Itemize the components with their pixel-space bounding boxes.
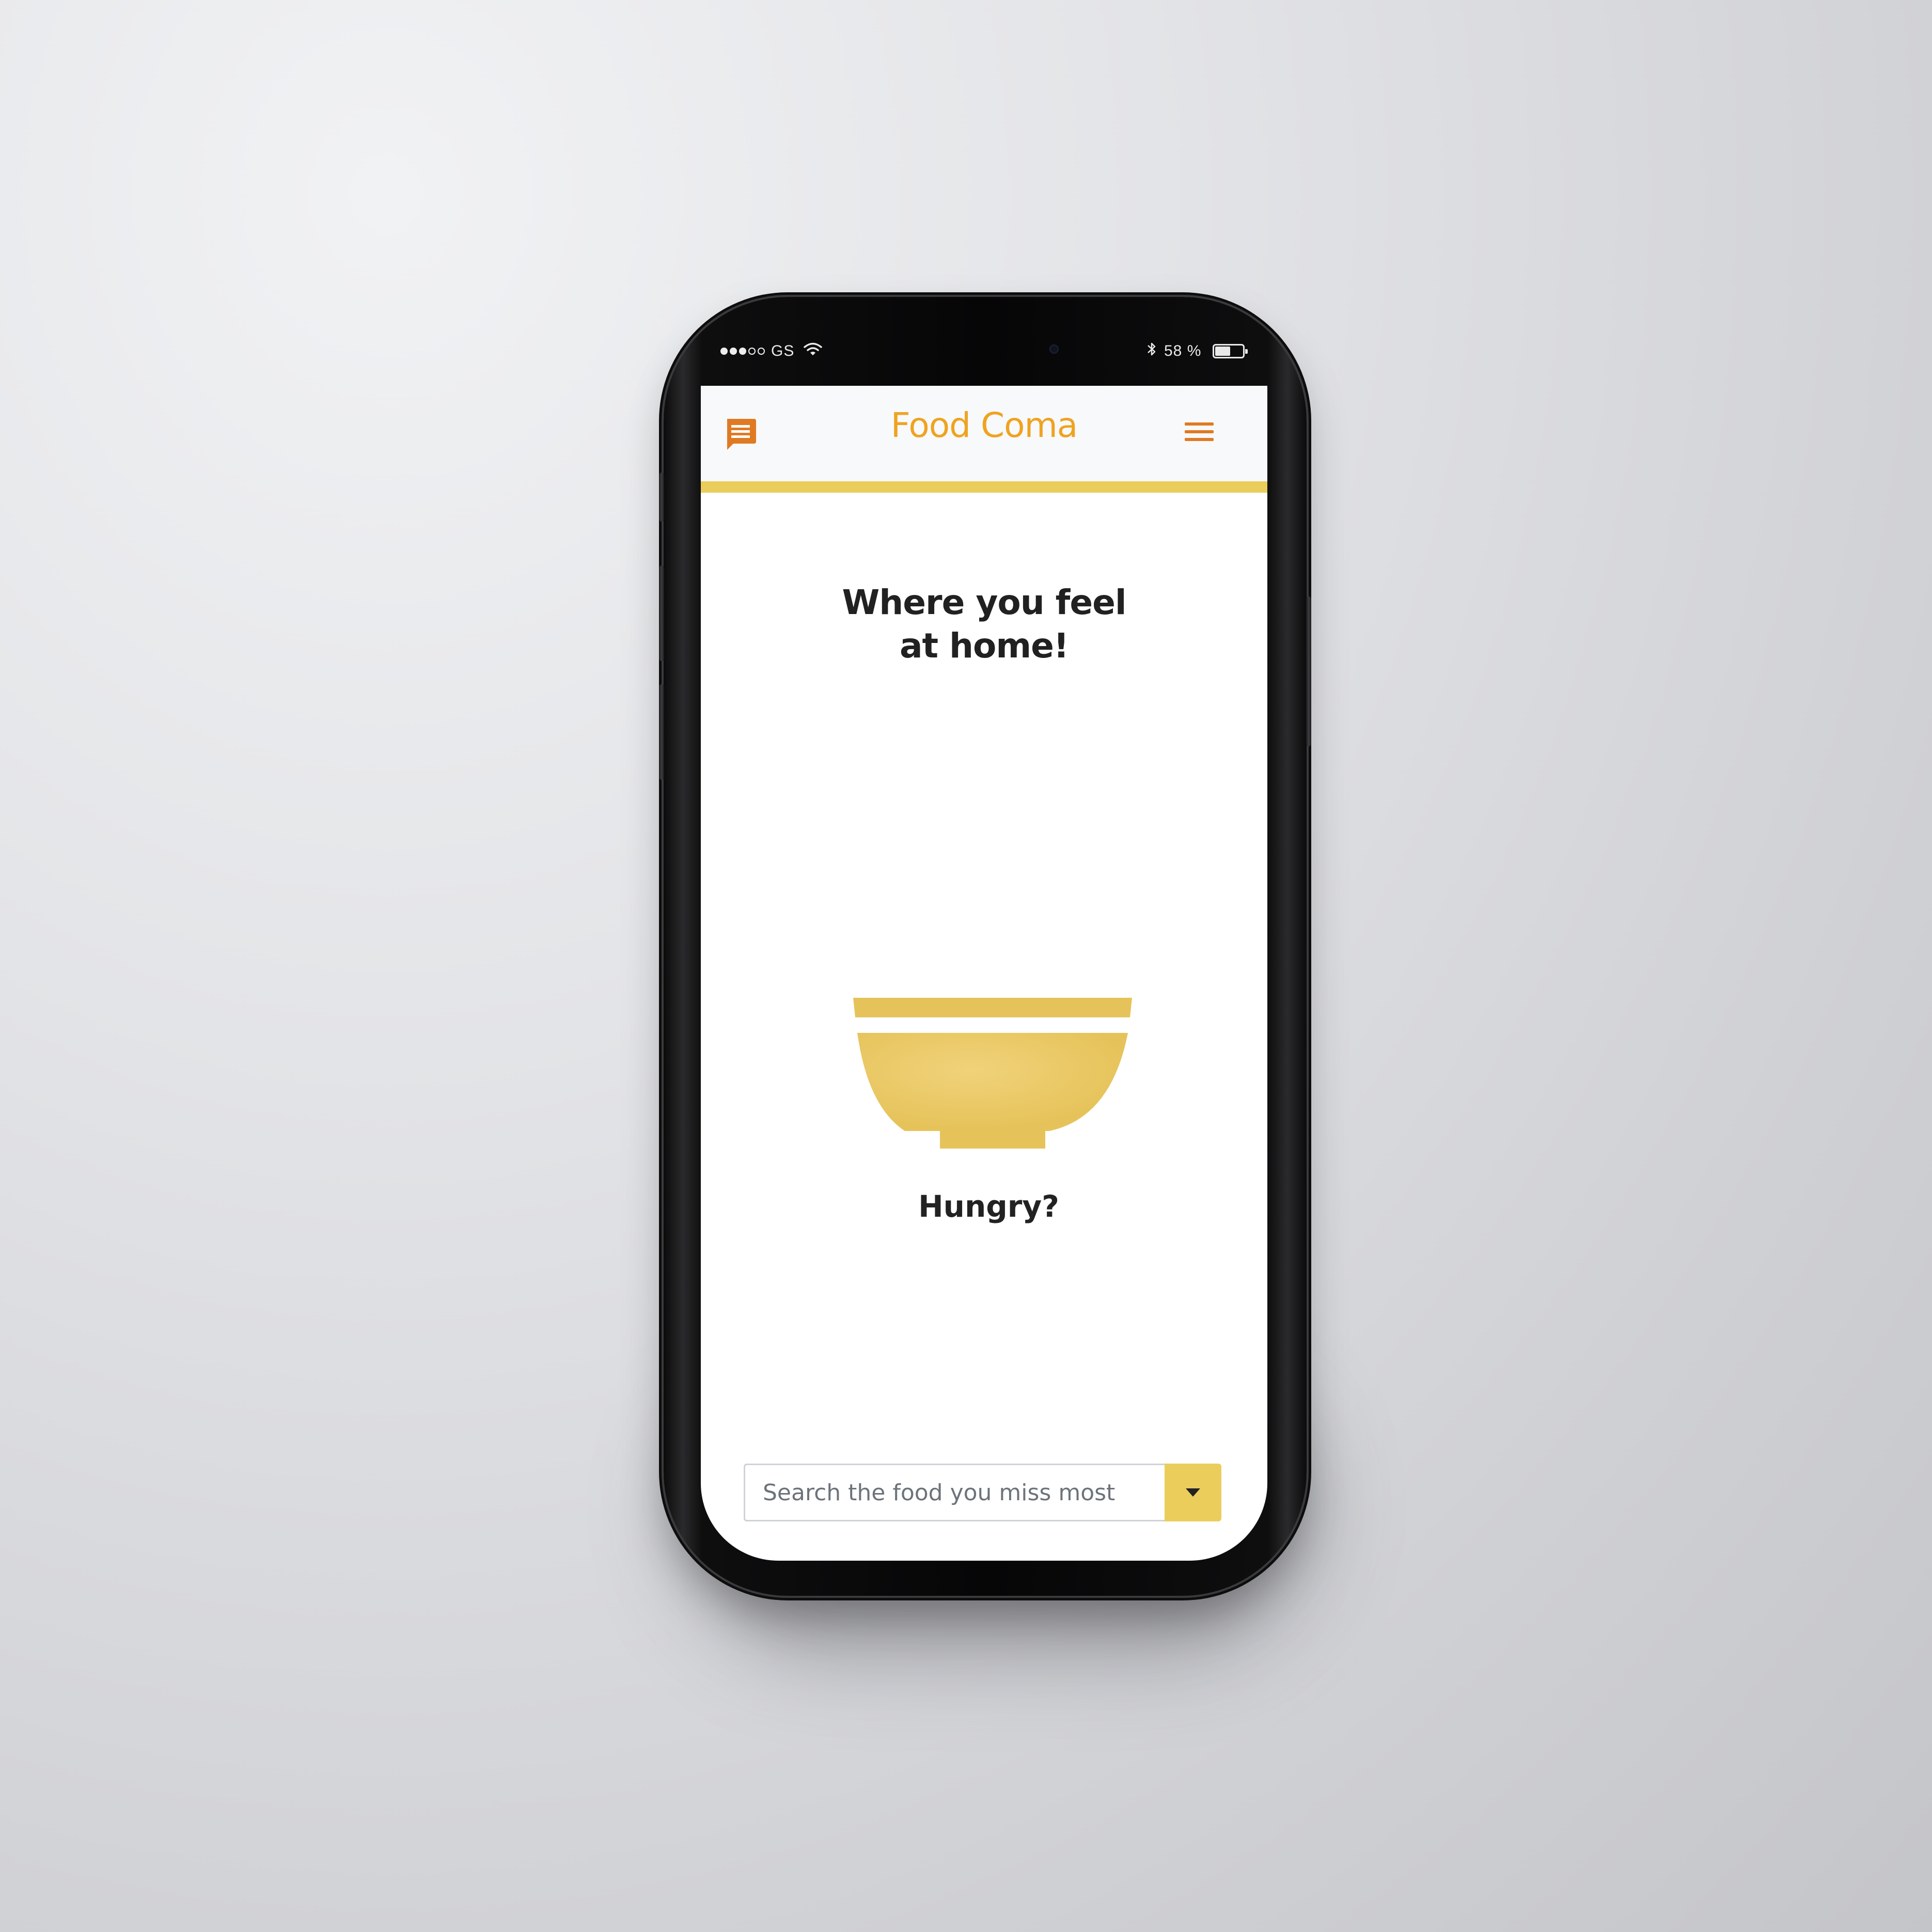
carrier-name: GS xyxy=(771,342,795,359)
search-bar xyxy=(744,1464,1221,1521)
battery-icon xyxy=(1213,344,1248,358)
bluetooth-icon xyxy=(1146,341,1157,361)
caret-down-icon xyxy=(1186,1488,1200,1497)
wifi-icon xyxy=(804,342,823,360)
page-headline: Where you feel at home! xyxy=(701,581,1267,668)
bowl-icon xyxy=(853,998,1132,1153)
battery-fill xyxy=(1215,347,1230,356)
status-bar-right: 58 % xyxy=(1146,340,1248,363)
search-input[interactable] xyxy=(744,1464,1165,1521)
front-camera xyxy=(1049,344,1059,354)
header-accent-bar xyxy=(701,481,1267,493)
menu-button[interactable] xyxy=(1184,419,1215,445)
volume-up-button xyxy=(659,566,664,661)
volume-down-button xyxy=(659,684,664,780)
mute-switch xyxy=(659,473,664,522)
battery-percentage: 58 % xyxy=(1164,342,1202,359)
hungry-prompt: Hungry? xyxy=(918,1189,1059,1224)
signal-strength-icon xyxy=(720,348,765,355)
headline-text: Where you feel at home! xyxy=(842,583,1126,666)
search-dropdown-button[interactable] xyxy=(1165,1464,1221,1521)
app-screen: Food Coma Where you feel at home! Hungry… xyxy=(701,386,1267,1561)
app-title: Food Coma xyxy=(890,405,1078,445)
hamburger-menu-icon xyxy=(1185,422,1214,441)
status-bar-left: GS xyxy=(720,340,823,363)
power-button xyxy=(1306,596,1311,746)
app-header: Food Coma xyxy=(701,386,1267,481)
